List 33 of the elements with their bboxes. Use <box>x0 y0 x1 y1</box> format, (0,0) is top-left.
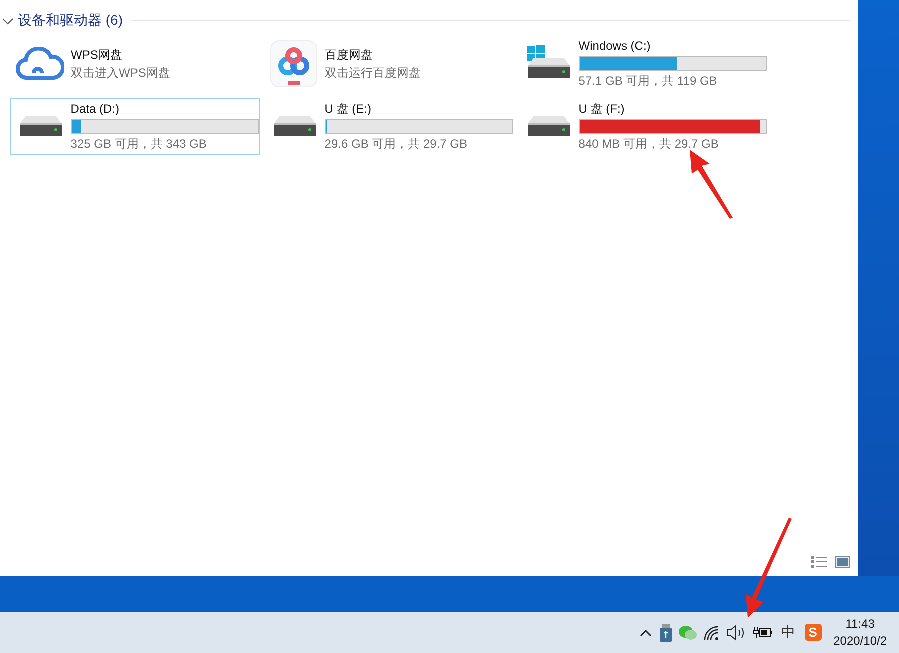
drive-usage: 325 GB 可用，共 343 GB <box>70 136 208 152</box>
volume-icon[interactable] <box>726 624 747 640</box>
drive-tile[interactable]: U 盘 (E:) 29.6 GB 可用，共 29.7 GB <box>264 98 514 155</box>
annotation-arrow <box>688 150 736 220</box>
item-subtitle: 双击进入WPS网盘 <box>71 64 170 82</box>
drive-usage: 57.1 GB 可用，共 119 GB <box>578 73 718 89</box>
battery-charging-icon[interactable] <box>752 626 773 640</box>
drive-name: U 盘 (E:) <box>324 101 372 117</box>
item-name: 百度网盘 <box>325 46 374 64</box>
clock-date[interactable]: 2020/10/2 <box>834 632 887 650</box>
wifi-icon[interactable] <box>702 624 721 640</box>
group-header: 设备和驱动器 (6) <box>18 11 123 30</box>
clock-time[interactable]: 11:43 <box>846 616 875 632</box>
usb-drive-icon[interactable] <box>658 624 673 642</box>
drive-tile[interactable]: Data (D:) 325 GB 可用，共 343 GB <box>10 98 260 155</box>
app-icon <box>270 40 318 88</box>
details-view-icon[interactable] <box>811 556 827 568</box>
drive-tile[interactable]: 百度网盘 双击运行百度网盘 <box>264 35 514 92</box>
drive-name: Windows (C:) <box>578 38 652 54</box>
drive-tile[interactable]: U 盘 (F:) 840 MB 可用，共 29.7 GB <box>518 98 768 155</box>
chevron-up-icon[interactable] <box>638 628 653 638</box>
cloud-icon <box>16 46 64 80</box>
item-subtitle: 双击运行百度网盘 <box>325 64 421 82</box>
input-method-indicator[interactable]: 中 <box>778 622 799 643</box>
drive-name: U 盘 (F:) <box>578 101 626 117</box>
drive-usage: 29.6 GB 可用，共 29.7 GB <box>324 136 469 152</box>
drive-usage: 840 MB 可用，共 29.7 GB <box>578 136 720 152</box>
drive-tile[interactable]: WPS网盘 双击进入WPS网盘 <box>10 35 260 92</box>
drive-tile[interactable]: Windows (C:) 57.1 GB 可用，共 119 GB <box>518 35 768 92</box>
chevron-down-icon[interactable] <box>2 16 14 26</box>
item-name: WPS网盘 <box>71 46 124 64</box>
drive-name: Data (D:) <box>70 101 120 117</box>
large-icons-view-icon[interactable] <box>835 556 850 568</box>
